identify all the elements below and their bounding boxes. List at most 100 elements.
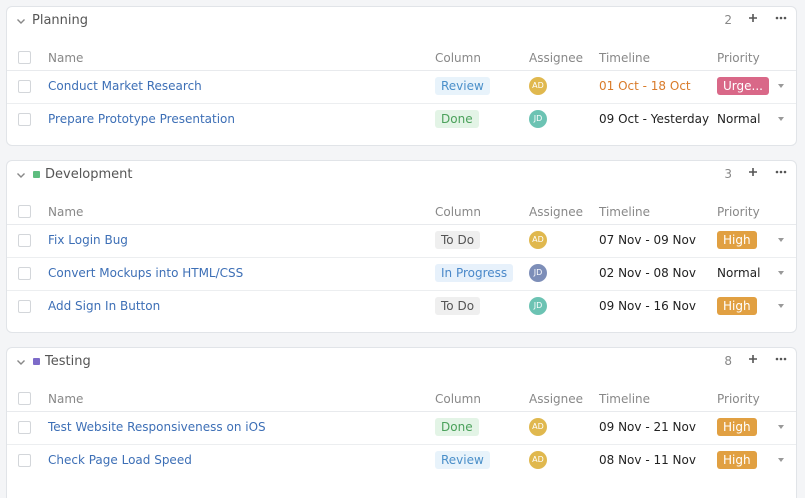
chevron-down-icon[interactable]: [778, 271, 784, 275]
header-name[interactable]: Name: [48, 51, 83, 65]
avatar[interactable]: AD: [529, 77, 547, 95]
more-icon[interactable]: [774, 11, 788, 25]
priority-text[interactable]: Normal: [717, 112, 760, 126]
plus-icon[interactable]: [746, 165, 760, 179]
group-header: Testing 8: [7, 348, 796, 378]
group-color-indicator: [33, 171, 40, 178]
group-header: Planning 2: [7, 7, 796, 37]
header-assignee[interactable]: Assignee: [529, 392, 583, 406]
plus-icon[interactable]: [746, 352, 760, 366]
group-title[interactable]: Planning: [32, 13, 88, 28]
row-checkbox[interactable]: [18, 267, 31, 280]
avatar[interactable]: JD: [529, 297, 547, 315]
avatar[interactable]: AD: [529, 418, 547, 436]
header-assignee[interactable]: Assignee: [529, 205, 583, 219]
avatar[interactable]: AD: [529, 451, 547, 469]
column-badge[interactable]: Done: [435, 110, 479, 128]
row-checkbox[interactable]: [18, 80, 31, 93]
task-name[interactable]: Test Website Responsiveness on iOS: [48, 420, 266, 434]
task-name[interactable]: Add Sign In Button: [48, 299, 160, 313]
task-name[interactable]: Prepare Prototype Presentation: [48, 112, 235, 126]
avatar[interactable]: JD: [529, 110, 547, 128]
group-count: 3: [724, 167, 732, 181]
header-priority[interactable]: Priority: [717, 51, 760, 65]
chevron-down-icon[interactable]: [778, 304, 784, 308]
column-header-row: Name Column Assignee Timeline Priority: [7, 37, 796, 71]
group-title[interactable]: Testing: [45, 354, 91, 369]
chevron-down-icon[interactable]: [15, 15, 27, 27]
more-icon[interactable]: [774, 165, 788, 179]
header-column[interactable]: Column: [435, 392, 481, 406]
row-checkbox[interactable]: [18, 454, 31, 467]
priority-badge[interactable]: High: [717, 451, 757, 469]
timeline-value[interactable]: 08 Nov - 11 Nov: [599, 453, 696, 467]
group-planning: Planning 2 Name Column Assignee Timeline…: [6, 6, 797, 146]
select-all-checkbox[interactable]: [18, 51, 31, 64]
table-row[interactable]: Test Website Responsiveness on iOS Done …: [7, 412, 796, 445]
chevron-down-icon[interactable]: [778, 425, 784, 429]
priority-badge[interactable]: High: [717, 418, 757, 436]
table-row[interactable]: Add Sign In Button To Do JD 09 Nov - 16 …: [7, 291, 796, 323]
column-badge[interactable]: Review: [435, 451, 490, 469]
group-testing: Testing 8 Name Column Assignee Timeline …: [6, 347, 797, 498]
priority-badge[interactable]: High: [717, 297, 757, 315]
row-checkbox[interactable]: [18, 421, 31, 434]
priority-badge[interactable]: Urge...: [717, 77, 769, 95]
chevron-down-icon[interactable]: [778, 117, 784, 121]
column-badge[interactable]: Review: [435, 77, 490, 95]
header-assignee[interactable]: Assignee: [529, 51, 583, 65]
group-color-indicator: [33, 358, 40, 365]
column-badge[interactable]: In Progress: [435, 264, 514, 282]
row-checkbox[interactable]: [18, 300, 31, 313]
table-row[interactable]: Prepare Prototype Presentation Done JD 0…: [7, 104, 796, 136]
chevron-down-icon[interactable]: [15, 356, 27, 368]
task-name[interactable]: Fix Login Bug: [48, 233, 128, 247]
timeline-value[interactable]: 09 Nov - 21 Nov: [599, 420, 696, 434]
column-badge[interactable]: To Do: [435, 297, 481, 315]
chevron-down-icon[interactable]: [778, 84, 784, 88]
group-count: 8: [724, 354, 732, 368]
header-timeline[interactable]: Timeline: [599, 392, 650, 406]
avatar[interactable]: AD: [529, 231, 547, 249]
chevron-down-icon[interactable]: [15, 169, 27, 181]
timeline-value[interactable]: 09 Oct - Yesterday: [599, 112, 709, 126]
timeline-value[interactable]: 09 Nov - 16 Nov: [599, 299, 696, 313]
header-column[interactable]: Column: [435, 51, 481, 65]
more-icon[interactable]: [774, 352, 788, 366]
column-header-row: Name Column Assignee Timeline Priority: [7, 191, 796, 225]
header-name[interactable]: Name: [48, 392, 83, 406]
header-priority[interactable]: Priority: [717, 392, 760, 406]
header-timeline[interactable]: Timeline: [599, 205, 650, 219]
group-title[interactable]: Development: [45, 167, 133, 182]
timeline-value[interactable]: 01 Oct - 18 Oct: [599, 79, 691, 93]
row-checkbox[interactable]: [18, 234, 31, 247]
chevron-down-icon[interactable]: [778, 458, 784, 462]
header-priority[interactable]: Priority: [717, 205, 760, 219]
priority-text[interactable]: Normal: [717, 266, 760, 280]
task-name[interactable]: Conduct Market Research: [48, 79, 202, 93]
table-row[interactable]: Conduct Market Research Review AD 01 Oct…: [7, 71, 796, 104]
timeline-value[interactable]: 07 Nov - 09 Nov: [599, 233, 696, 247]
priority-badge[interactable]: High: [717, 231, 757, 249]
column-badge[interactable]: To Do: [435, 231, 481, 249]
column-header-row: Name Column Assignee Timeline Priority: [7, 378, 796, 412]
task-name[interactable]: Convert Mockups into HTML/CSS: [48, 266, 243, 280]
timeline-value[interactable]: 02 Nov - 08 Nov: [599, 266, 696, 280]
header-timeline[interactable]: Timeline: [599, 51, 650, 65]
row-checkbox[interactable]: [18, 113, 31, 126]
task-name[interactable]: Check Page Load Speed: [48, 453, 192, 467]
select-all-checkbox[interactable]: [18, 392, 31, 405]
header-name[interactable]: Name: [48, 205, 83, 219]
avatar[interactable]: JD: [529, 264, 547, 282]
column-badge[interactable]: Done: [435, 418, 479, 436]
chevron-down-icon[interactable]: [778, 238, 784, 242]
table-row[interactable]: Fix Login Bug To Do AD 07 Nov - 09 Nov H…: [7, 225, 796, 258]
table-row[interactable]: Check Page Load Speed Review AD 08 Nov -…: [7, 445, 796, 477]
group-development: Development 3 Name Column Assignee Timel…: [6, 160, 797, 333]
plus-icon[interactable]: [746, 11, 760, 25]
header-column[interactable]: Column: [435, 205, 481, 219]
table-row[interactable]: Convert Mockups into HTML/CSS In Progres…: [7, 258, 796, 291]
group-count: 2: [724, 13, 732, 27]
select-all-checkbox[interactable]: [18, 205, 31, 218]
group-header: Development 3: [7, 161, 796, 191]
